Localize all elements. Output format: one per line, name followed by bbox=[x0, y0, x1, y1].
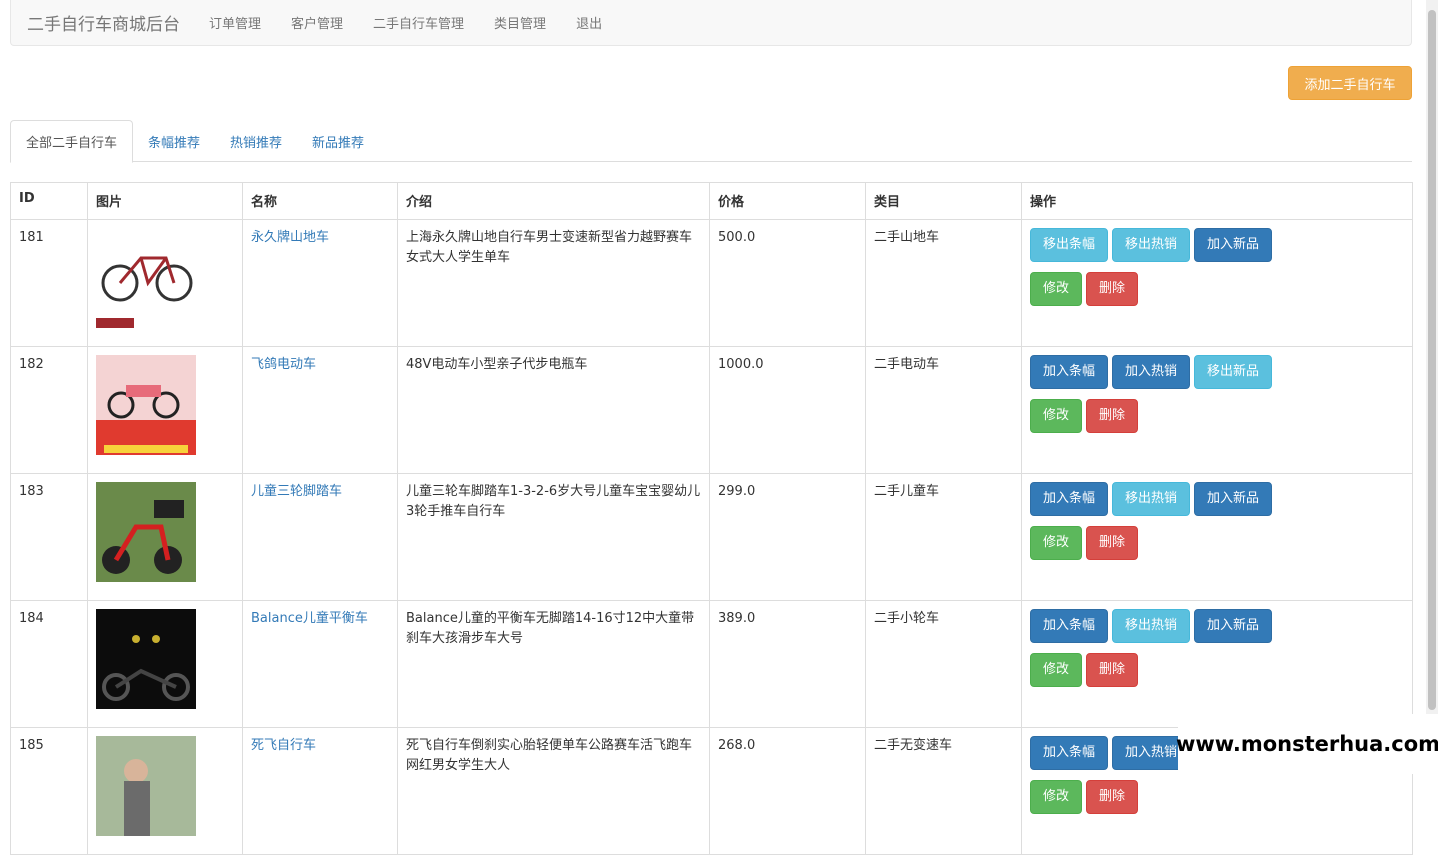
cell-image bbox=[87, 346, 243, 474]
col-price-header: 价格 bbox=[709, 182, 866, 220]
col-actions-header: 操作 bbox=[1021, 182, 1413, 220]
cell-image bbox=[87, 727, 243, 855]
col-category-header: 类目 bbox=[865, 182, 1022, 220]
delete-button[interactable]: 删除 bbox=[1086, 653, 1139, 687]
edit-button[interactable]: 修改 bbox=[1030, 272, 1083, 306]
scrollbar[interactable] bbox=[1426, 0, 1438, 774]
cell-id: 184 bbox=[10, 600, 88, 728]
delete-button[interactable]: 删除 bbox=[1086, 272, 1139, 306]
action-group: 加入条幅 移出热销 加入新品修改 删除 bbox=[1030, 609, 1290, 687]
add-new-button[interactable]: 加入新品 bbox=[1194, 482, 1273, 516]
nav-bikes[interactable]: 二手自行车管理 bbox=[358, 13, 479, 32]
remove-new-button[interactable]: 移出新品 bbox=[1194, 355, 1273, 389]
watermark: www.monsterhua.com bbox=[1176, 714, 1438, 774]
delete-button[interactable]: 删除 bbox=[1086, 780, 1139, 814]
tab-new[interactable]: 新品推荐 bbox=[297, 120, 379, 162]
cell-price: 1000.0 bbox=[709, 346, 866, 474]
add-bike-button[interactable]: 添加二手自行车 bbox=[1288, 66, 1412, 100]
product-name-link[interactable]: Balance儿童平衡车 bbox=[242, 600, 398, 728]
product-image bbox=[96, 609, 234, 709]
remove-hot-button[interactable]: 移出热销 bbox=[1112, 482, 1191, 516]
product-image bbox=[96, 736, 234, 836]
nav-categories[interactable]: 类目管理 bbox=[479, 13, 561, 32]
cell-intro: 死飞自行车倒刹实心胎轻便单车公路赛车活飞跑车网红男女学生大人 bbox=[397, 727, 710, 855]
col-intro-header: 介绍 bbox=[397, 182, 710, 220]
cell-price: 299.0 bbox=[709, 473, 866, 601]
col-id-header: ID bbox=[10, 182, 88, 220]
tab-all[interactable]: 全部二手自行车 bbox=[10, 120, 134, 163]
col-image-header: 图片 bbox=[87, 182, 243, 220]
brand-title[interactable]: 二手自行车商城后台 bbox=[11, 10, 194, 35]
remove-hot-button[interactable]: 移出热销 bbox=[1112, 609, 1191, 643]
nav-logout[interactable]: 退出 bbox=[561, 13, 617, 32]
add-banner-button[interactable]: 加入条幅 bbox=[1030, 482, 1109, 516]
product-image bbox=[96, 482, 234, 582]
cell-actions: 移出条幅 移出热销 加入新品修改 删除 bbox=[1021, 219, 1413, 347]
cell-category: 二手小轮车 bbox=[865, 600, 1022, 728]
cell-image bbox=[87, 473, 243, 601]
cell-intro: Balance儿童的平衡车无脚踏14-16寸12中大童带刹车大孩滑步车大号 bbox=[397, 600, 710, 728]
table-row: 184 Balance儿童平衡车 Balance儿童的平衡车无脚踏14-16寸12中… bbox=[10, 600, 1413, 728]
action-group: 加入条幅 加入热销 移出新品修改 删除 bbox=[1030, 355, 1290, 433]
cell-category: 二手山地车 bbox=[865, 219, 1022, 347]
filter-tabs: 全部二手自行车 条幅推荐 热销推荐 新品推荐 bbox=[10, 120, 1412, 163]
cell-intro: 48V电动车小型亲子代步电瓶车 bbox=[397, 346, 710, 474]
product-name-link[interactable]: 儿童三轮脚踏车 bbox=[242, 473, 398, 601]
tab-banner[interactable]: 条幅推荐 bbox=[133, 120, 215, 162]
cell-actions: 加入条幅 加入热销 移出新品修改 删除 bbox=[1021, 346, 1413, 474]
delete-button[interactable]: 删除 bbox=[1086, 399, 1139, 433]
add-banner-button[interactable]: 加入条幅 bbox=[1030, 609, 1109, 643]
cell-price: 389.0 bbox=[709, 600, 866, 728]
cell-id: 181 bbox=[10, 219, 88, 347]
product-name-link[interactable]: 飞鸽电动车 bbox=[242, 346, 398, 474]
cell-price: 268.0 bbox=[709, 727, 866, 855]
cell-image bbox=[87, 219, 243, 347]
col-name-header: 名称 bbox=[242, 182, 398, 220]
add-banner-button[interactable]: 加入条幅 bbox=[1030, 736, 1109, 770]
scrollbar-thumb[interactable] bbox=[1428, 10, 1436, 710]
add-hot-button[interactable]: 加入热销 bbox=[1112, 355, 1191, 389]
table-row: 181 永久牌山地车 上海永久牌山地自行车男士变速新型省力越野赛车女式大人学生单车 5… bbox=[10, 219, 1413, 347]
cell-id: 182 bbox=[10, 346, 88, 474]
action-group: 加入条幅 移出热销 加入新品修改 删除 bbox=[1030, 482, 1290, 560]
remove-banner-button[interactable]: 移出条幅 bbox=[1030, 228, 1109, 262]
edit-button[interactable]: 修改 bbox=[1030, 780, 1083, 814]
cell-price: 500.0 bbox=[709, 219, 866, 347]
delete-button[interactable]: 删除 bbox=[1086, 526, 1139, 560]
table-row: 183 儿童三轮脚踏车 儿童三轮车脚踏车1-3-2-6岁大号儿童车宝宝婴幼儿3轮手推… bbox=[10, 473, 1413, 601]
edit-button[interactable]: 修改 bbox=[1030, 653, 1083, 687]
product-name-link[interactable]: 死飞自行车 bbox=[242, 727, 398, 855]
cell-category: 二手无变速车 bbox=[865, 727, 1022, 855]
edit-button[interactable]: 修改 bbox=[1030, 399, 1083, 433]
add-new-button[interactable]: 加入新品 bbox=[1194, 609, 1273, 643]
table-header-row: ID 图片 名称 介绍 价格 类目 操作 bbox=[10, 182, 1413, 220]
add-banner-button[interactable]: 加入条幅 bbox=[1030, 355, 1109, 389]
cell-intro: 儿童三轮车脚踏车1-3-2-6岁大号儿童车宝宝婴幼儿3轮手推车自行车 bbox=[397, 473, 710, 601]
product-image bbox=[96, 355, 234, 455]
cell-image bbox=[87, 600, 243, 728]
tab-hot[interactable]: 热销推荐 bbox=[215, 120, 297, 162]
top-navbar: 二手自行车商城后台 订单管理 客户管理 二手自行车管理 类目管理 退出 bbox=[10, 0, 1412, 46]
cell-category: 二手电动车 bbox=[865, 346, 1022, 474]
table-row: 182 飞鸽电动车 48V电动车小型亲子代步电瓶车 1000.0 二手电动车 加入条幅 加入… bbox=[10, 346, 1413, 474]
add-new-button[interactable]: 加入新品 bbox=[1194, 228, 1273, 262]
product-name-link[interactable]: 永久牌山地车 bbox=[242, 219, 398, 347]
cell-id: 183 bbox=[10, 473, 88, 601]
nav-customers[interactable]: 客户管理 bbox=[276, 13, 358, 32]
edit-button[interactable]: 修改 bbox=[1030, 526, 1083, 560]
cell-category: 二手儿童车 bbox=[865, 473, 1022, 601]
remove-hot-button[interactable]: 移出热销 bbox=[1112, 228, 1191, 262]
product-image bbox=[96, 228, 234, 328]
cell-id: 185 bbox=[10, 727, 88, 855]
cell-intro: 上海永久牌山地自行车男士变速新型省力越野赛车女式大人学生单车 bbox=[397, 219, 710, 347]
nav-orders[interactable]: 订单管理 bbox=[194, 13, 276, 32]
cell-actions: 加入条幅 移出热销 加入新品修改 删除 bbox=[1021, 473, 1413, 601]
cell-actions: 加入条幅 移出热销 加入新品修改 删除 bbox=[1021, 600, 1413, 728]
action-group: 移出条幅 移出热销 加入新品修改 删除 bbox=[1030, 228, 1290, 306]
